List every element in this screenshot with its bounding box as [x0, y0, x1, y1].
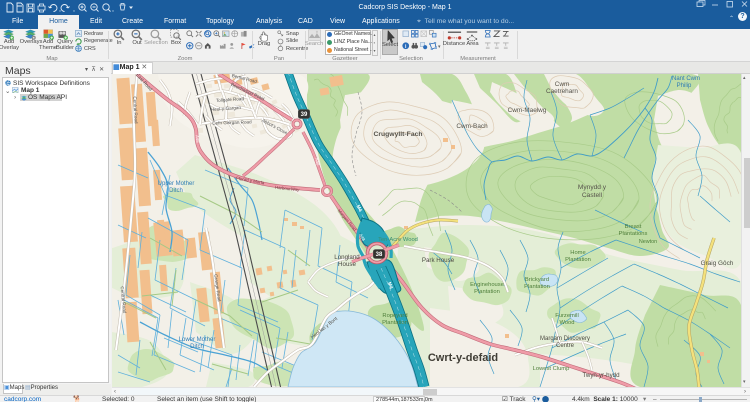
svg-text:Ten-Acre Wood: Ten-Acre Wood [378, 237, 418, 243]
svg-text:Cwm: Cwm [555, 81, 570, 88]
svg-text:Furzemill: Furzemill [555, 313, 579, 319]
svg-text:Ropeyard: Ropeyard [382, 313, 407, 319]
svg-text:Mynydd y: Mynydd y [578, 184, 607, 191]
svg-text:Plantation: Plantation [565, 257, 591, 263]
svg-text:Longland: Longland [334, 254, 360, 261]
svg-text:Plantation: Plantation [524, 284, 550, 290]
svg-text:39: 39 [301, 112, 308, 118]
svg-text:38: 38 [376, 252, 383, 258]
svg-text:Philip: Philip [677, 83, 692, 89]
svg-text:Park House: Park House [422, 257, 455, 264]
svg-text:Breast: Breast [625, 224, 642, 230]
svg-text:Graig Gôch: Graig Gôch [701, 260, 734, 267]
svg-text:Newton: Newton [639, 239, 657, 245]
svg-text:Cwm-Maelwg: Cwm-Maelwg [508, 107, 547, 114]
svg-text:Plantation: Plantation [474, 289, 500, 295]
svg-text:Castell: Castell [582, 192, 603, 199]
svg-text:Crugwyllt-Fach: Crugwyllt-Fach [373, 131, 422, 138]
svg-text:Nant Cwm: Nant Cwm [672, 76, 700, 82]
svg-text:Brickyard: Brickyard [525, 277, 549, 283]
svg-text:Lowest Clump: Lowest Clump [533, 366, 570, 372]
svg-text:Twyn-yr-hydd: Twyn-yr-hydd [582, 372, 620, 379]
svg-text:Plantations: Plantations [619, 231, 648, 237]
svg-text:Lower Mother: Lower Mother [179, 337, 216, 343]
svg-text:Plantation: Plantation [382, 320, 408, 326]
svg-text:Cwm-Bach: Cwm-Bach [456, 123, 488, 130]
svg-text:Margam Discovery: Margam Discovery [540, 336, 590, 342]
svg-text:Ditch: Ditch [169, 188, 183, 194]
svg-text:Ditch: Ditch [190, 344, 204, 350]
svg-text:Caetreharn: Caetreharn [546, 88, 578, 95]
svg-text:Home: Home [570, 250, 585, 256]
svg-text:Cwrt-y-defaid: Cwrt-y-defaid [428, 352, 498, 364]
svg-text:Centre: Centre [556, 343, 575, 349]
svg-text:Enginehouse: Enginehouse [470, 282, 504, 288]
svg-text:Upper Mother: Upper Mother [158, 181, 195, 187]
svg-text:House: House [338, 261, 356, 268]
svg-text:A48: A48 [195, 135, 201, 144]
svg-text:Wood: Wood [559, 320, 574, 326]
